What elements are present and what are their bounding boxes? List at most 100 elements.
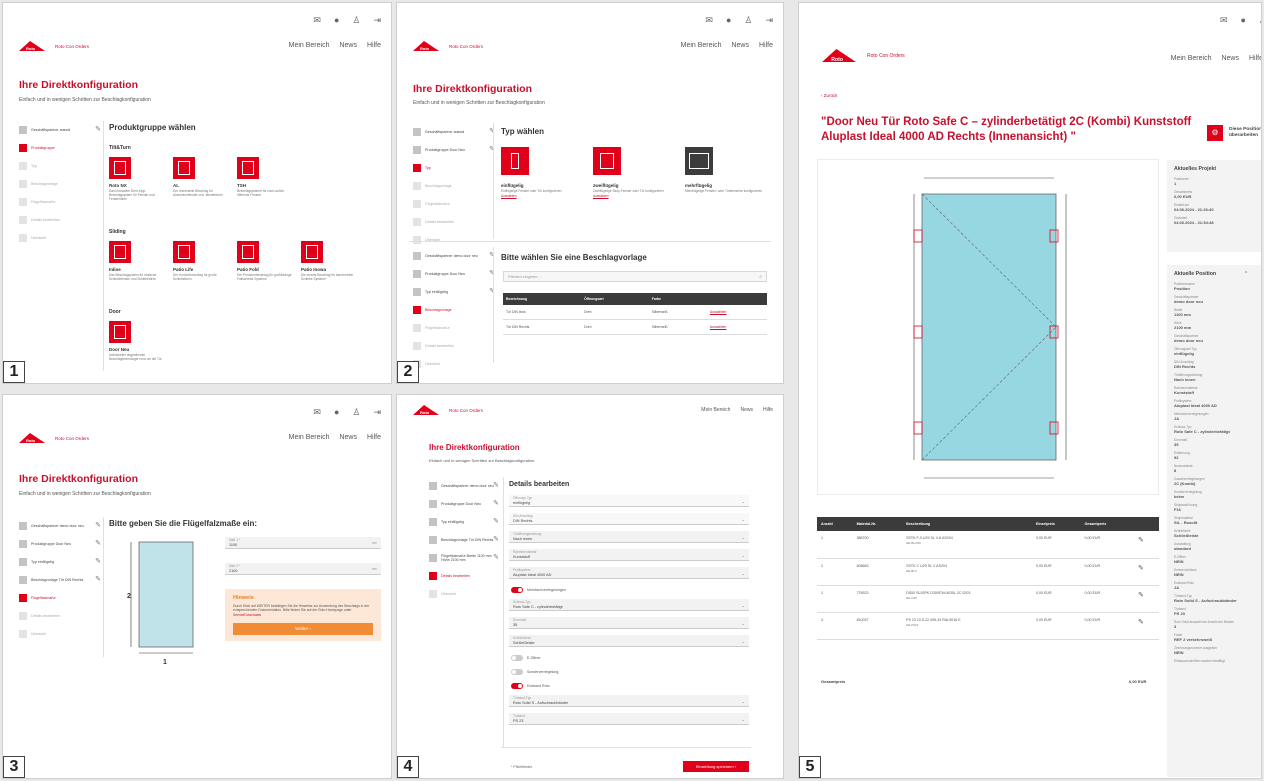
filter-input[interactable]: Filtertext eingeben ... ⌕ bbox=[503, 271, 767, 282]
height-field[interactable]: Maß 2 * 2100 mm bbox=[225, 563, 381, 575]
hint-link[interactable]: ServiceDownloads bbox=[233, 613, 261, 617]
detail-field[interactable]: Türöffnungsrichtung Nach innen ⌄ bbox=[509, 531, 749, 543]
nav-mein-bereich[interactable]: Mein Bereich bbox=[681, 42, 722, 49]
detail-field[interactable]: Schloss-Typ Roto Safe C - zylinderbetätig… bbox=[509, 599, 749, 611]
save-settings-button[interactable]: Einstellung speichern › bbox=[683, 761, 749, 772]
user-icon[interactable]: ♙ bbox=[352, 15, 360, 26]
user-icon[interactable]: ♙ bbox=[744, 15, 752, 26]
step-item[interactable]: Details bearbeiten bbox=[429, 567, 499, 585]
globe-icon[interactable]: ● bbox=[1240, 15, 1245, 26]
step-item[interactable]: Produktgruppe Door Neu✎ bbox=[413, 141, 495, 159]
step-item[interactable]: Typ bbox=[19, 157, 101, 175]
nav-mein-bereich[interactable]: Mein Bereich bbox=[289, 42, 330, 49]
globe-icon[interactable]: ● bbox=[334, 407, 339, 418]
step-item[interactable]: Beschlagvorlage bbox=[19, 175, 101, 193]
logout-icon[interactable]: ⇥ bbox=[765, 15, 773, 26]
toggle-switch[interactable] bbox=[511, 683, 523, 689]
step-item[interactable]: Produktgruppe Door Neu✎ bbox=[19, 535, 101, 553]
product-tile[interactable]: Door Neu Individueller abgestimmte Beschl… bbox=[109, 321, 165, 361]
width-field[interactable]: Maß 1 * 1100 mm bbox=[225, 537, 381, 549]
detail-field[interactable]: Türband PS 23 ⌄ bbox=[509, 713, 749, 725]
detail-toggle[interactable]: Eckband Roto bbox=[511, 683, 550, 689]
nav-mein-bereich[interactable]: Mein Bereich bbox=[701, 407, 730, 413]
nav-news[interactable]: News bbox=[339, 434, 357, 441]
step-item[interactable]: Geschäftspartner auswä✎ bbox=[413, 123, 495, 141]
nav-news[interactable]: News bbox=[1221, 55, 1239, 62]
pencil-icon[interactable]: ✎ bbox=[95, 557, 101, 565]
select-link[interactable]: Auswählen bbox=[706, 305, 767, 320]
mail-icon[interactable]: ✉ bbox=[705, 15, 713, 26]
step-item[interactable]: Geschäftspartner demo door neu✎ bbox=[413, 247, 495, 265]
logout-icon[interactable]: ⇥ bbox=[373, 407, 381, 418]
type-tile[interactable]: einflügelig Einflügelige Fenster oder Tür… bbox=[501, 147, 585, 198]
step-item[interactable]: Typ einflügelig✎ bbox=[19, 553, 101, 571]
globe-icon[interactable]: ● bbox=[726, 15, 731, 26]
detail-toggle[interactable]: Mehrfachverriegelungen bbox=[511, 587, 566, 593]
nav-hilfe[interactable]: Hilfe bbox=[367, 434, 381, 441]
step-item[interactable]: Details bearbeiten bbox=[413, 213, 495, 231]
product-tile[interactable]: Patio Fold Der Premiumbeschlag für großfl… bbox=[237, 241, 293, 281]
pencil-icon[interactable]: ✎ bbox=[95, 521, 101, 529]
step-item[interactable]: Typ einflügelig✎ bbox=[413, 283, 495, 301]
mail-icon[interactable]: ✉ bbox=[1220, 15, 1228, 26]
pencil-icon[interactable]: ✎ bbox=[95, 575, 101, 583]
nav-mein-bereich[interactable]: Mein Bereich bbox=[1171, 55, 1212, 62]
pencil-icon[interactable]: ✎ bbox=[1138, 565, 1144, 572]
nav-mein-bereich[interactable]: Mein Bereich bbox=[289, 434, 330, 441]
roto-logo[interactable]: Roto Roto Con Orders bbox=[413, 405, 483, 415]
edit-position-button[interactable]: ⚙ Diese Position überarbeiten bbox=[1207, 125, 1261, 141]
type-tile[interactable]: zweiflügelig Zweiflügelige Stulp-Fenster … bbox=[593, 147, 677, 198]
nav-news[interactable]: News bbox=[740, 407, 753, 413]
globe-icon[interactable]: ● bbox=[334, 15, 339, 26]
step-item[interactable]: Flügelfalzmaße Breite 1100 mm Höhe 2100 … bbox=[429, 549, 499, 567]
type-tile[interactable]: mehrflügelig Mehrflügelige Fenster- oder … bbox=[685, 147, 769, 193]
back-link[interactable]: ‹ Zurück bbox=[821, 93, 838, 98]
step-item[interactable]: Geschäftspartner demo door neu✎ bbox=[429, 477, 499, 495]
mail-icon[interactable]: ✉ bbox=[313, 15, 321, 26]
detail-toggle[interactable]: Sonderverriegelung bbox=[511, 669, 558, 675]
edit-cell[interactable]: ✎ bbox=[1134, 585, 1159, 613]
step-item[interactable]: Beschlagvorlage bbox=[413, 177, 495, 195]
edit-cell[interactable]: ✎ bbox=[1134, 558, 1159, 586]
search-icon[interactable]: ⌕ bbox=[759, 274, 762, 280]
next-button[interactable]: Weiter › bbox=[233, 623, 373, 636]
step-item[interactable]: Flügelfalzmaße bbox=[413, 195, 495, 213]
product-tile[interactable]: Patio Inowa Die smarte Beschlag für barri… bbox=[301, 241, 357, 281]
step-item[interactable]: Produktgruppe Door Neu✎ bbox=[413, 265, 495, 283]
step-item[interactable]: Flügelfalzmaße bbox=[19, 589, 101, 607]
detail-toggle[interactable]: E-Öffner bbox=[511, 655, 541, 661]
col-bezeichnung[interactable]: Bezeichnung bbox=[503, 293, 582, 305]
pencil-icon[interactable]: ✎ bbox=[493, 535, 499, 543]
edit-cell[interactable]: ✎ bbox=[1134, 612, 1159, 640]
product-tile[interactable]: Patio Life Der Komfortbeschlag für große … bbox=[173, 241, 229, 281]
step-item[interactable]: Details bearbeiten bbox=[19, 211, 101, 229]
step-item[interactable]: Produktgruppe Door Neu✎ bbox=[429, 495, 499, 513]
edit-cell[interactable]: ✎ bbox=[1134, 531, 1159, 559]
step-item[interactable]: Übersicht bbox=[429, 585, 499, 603]
step-item[interactable]: Beschlagvorlage bbox=[413, 301, 495, 319]
step-item[interactable]: Typ einflügelig✎ bbox=[429, 513, 499, 531]
nav-news[interactable]: News bbox=[339, 42, 357, 49]
detail-field[interactable]: Schließblech Schließleiste ⌄ bbox=[509, 635, 749, 647]
toggle-switch[interactable] bbox=[511, 655, 523, 661]
product-tile[interactable]: AL Der universelle Beschlag für Aluminium… bbox=[173, 157, 229, 197]
roto-logo[interactable]: Roto Roto Con Orders bbox=[821, 49, 905, 62]
col-farbe[interactable]: Farbe bbox=[648, 293, 707, 305]
pencil-icon[interactable]: ✎ bbox=[493, 517, 499, 525]
pencil-icon[interactable]: ✎ bbox=[493, 499, 499, 507]
detail-field[interactable]: Dornmaß 35 ⌄ bbox=[509, 617, 749, 629]
step-item[interactable]: Geschäftspartner auswä✎ bbox=[19, 121, 101, 139]
pencil-icon[interactable]: ✎ bbox=[1138, 619, 1144, 626]
step-item[interactable]: Produktgruppe bbox=[19, 139, 101, 157]
detail-field[interactable]: Türband-Typ Roto Solid S - Aufschraubbänd… bbox=[509, 695, 749, 707]
step-item[interactable]: Übersicht bbox=[19, 229, 101, 247]
user-icon[interactable]: ♙ bbox=[352, 407, 360, 418]
logout-icon[interactable]: ⇥ bbox=[373, 15, 381, 26]
nav-hilfe[interactable]: Hilfe bbox=[367, 42, 381, 49]
pencil-icon[interactable]: ✎ bbox=[493, 481, 499, 489]
select-link[interactable]: Auswählen bbox=[706, 319, 767, 335]
step-item[interactable]: Flügelfalzmaße bbox=[413, 319, 495, 337]
step-item[interactable]: Details bearbeiten bbox=[19, 607, 101, 625]
product-tile[interactable]: TSH Beschlagsysteme für nach außen öffnen… bbox=[237, 157, 293, 197]
mail-icon[interactable]: ✉ bbox=[313, 407, 321, 418]
